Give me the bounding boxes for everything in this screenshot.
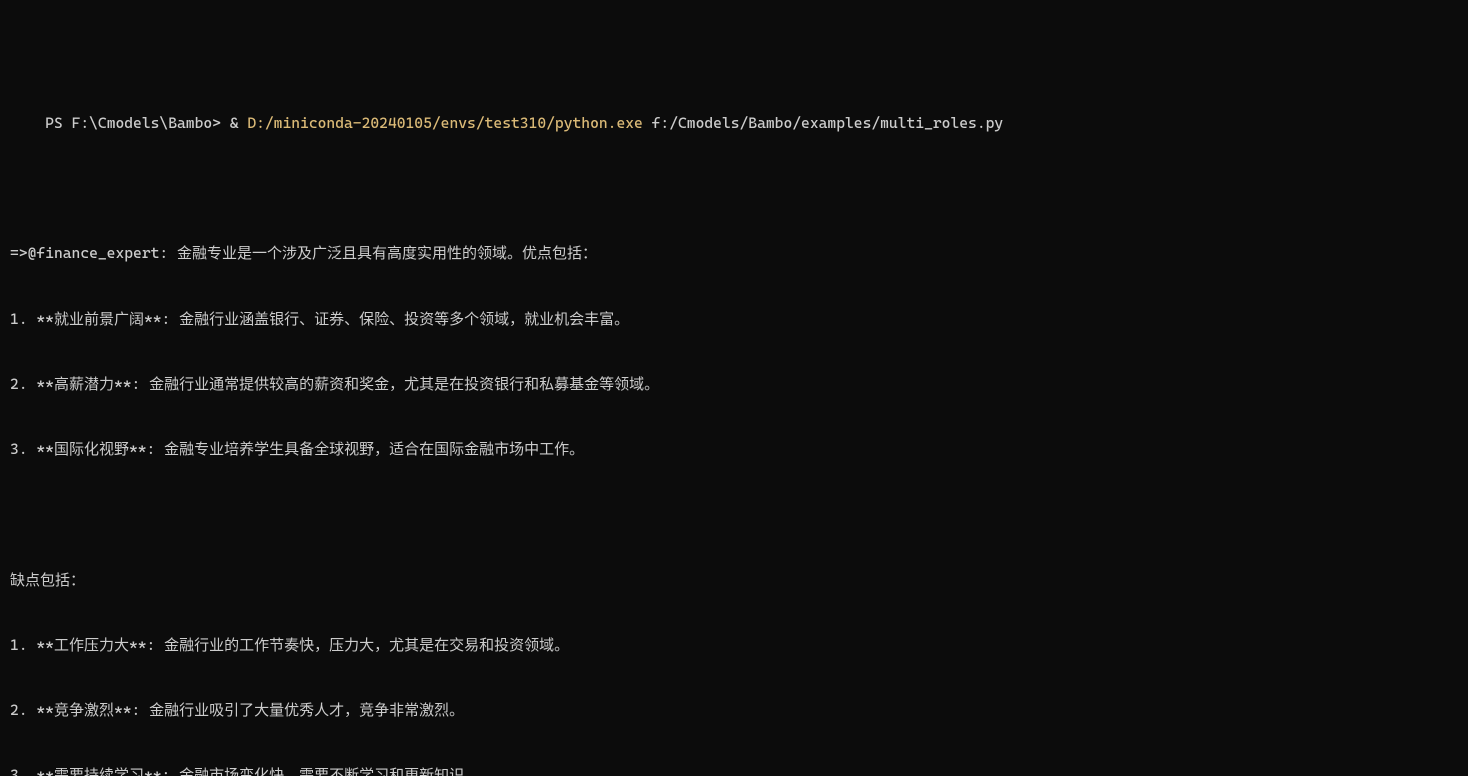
command-line: PS F:\Cmodels\Bambo> & D:/miniconda-2024… bbox=[10, 91, 1458, 156]
finance-con-1: 1. **工作压力大**: 金融行业的工作节奏快，压力大，尤其是在交易和投资领域… bbox=[10, 635, 1458, 657]
finance-pro-2: 2. **高薪潜力**: 金融行业通常提供较高的薪资和奖金，尤其是在投资银行和私… bbox=[10, 374, 1458, 396]
prompt-ps: PS bbox=[45, 114, 71, 132]
finance-expert-head: =>@finance_expert: 金融专业是一个涉及广泛且具有高度实用性的领… bbox=[10, 243, 1458, 265]
terminal-viewport[interactable]: PS F:\Cmodels\Bambo> & D:/miniconda-2024… bbox=[0, 0, 1468, 776]
finance-cons-head: 缺点包括： bbox=[10, 570, 1458, 592]
finance-con-3: 3. **需要持续学习**: 金融市场变化快，需要不断学习和更新知识。 bbox=[10, 765, 1458, 776]
prompt-cwd: F:\Cmodels\Bambo bbox=[72, 114, 213, 132]
finance-con-2: 2. **竞争激烈**: 金融行业吸引了大量优秀人才，竞争非常激烈。 bbox=[10, 700, 1458, 722]
blank-line bbox=[10, 504, 1458, 526]
space bbox=[643, 114, 652, 132]
call-operator: & bbox=[230, 114, 248, 132]
finance-pro-1: 1. **就业前景广阔**: 金融行业涵盖银行、证券、保险、投资等多个领域，就业… bbox=[10, 309, 1458, 331]
prompt-gt: > bbox=[212, 114, 230, 132]
script-path: f:/Cmodels/Bambo/examples/multi_roles.py bbox=[652, 114, 1004, 132]
finance-pro-3: 3. **国际化视野**: 金融专业培养学生具备全球视野，适合在国际金融市场中工… bbox=[10, 439, 1458, 461]
python-exe-path: D:/miniconda-20240105/envs/test310/pytho… bbox=[247, 114, 643, 132]
